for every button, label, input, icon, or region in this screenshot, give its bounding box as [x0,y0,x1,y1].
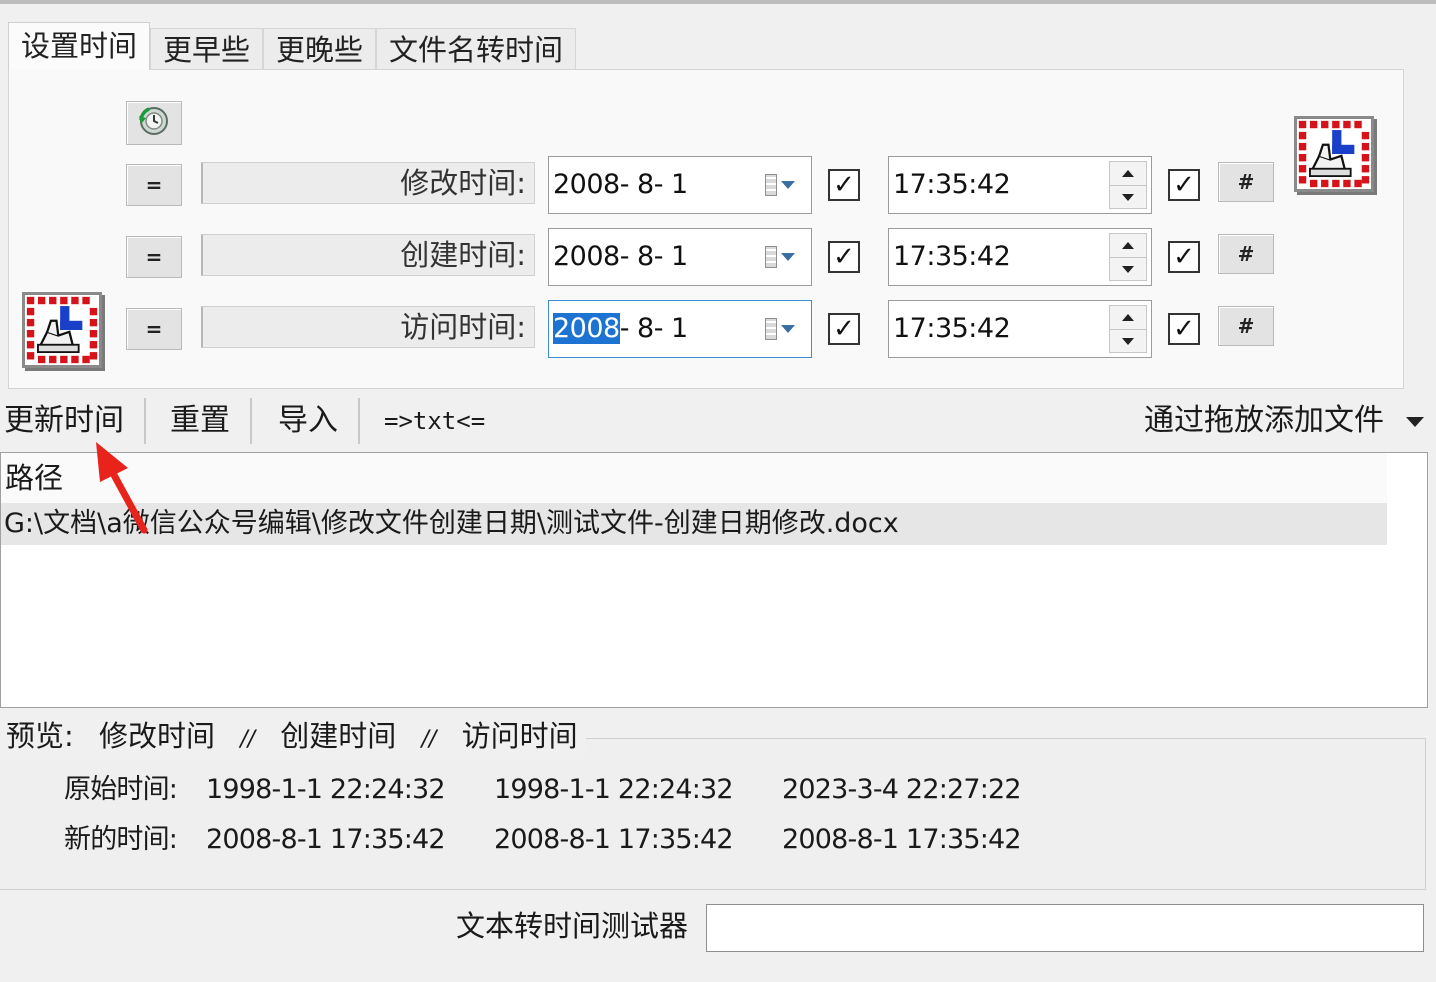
spin-updown-icon[interactable] [1109,233,1147,281]
modify-date-checkbox[interactable]: ✓ [828,169,860,201]
drag-add-files-menu[interactable]: 通过拖放添加文件 [1144,392,1424,450]
refresh-button[interactable] [126,101,182,145]
check-mark-icon: ✓ [1173,170,1195,200]
new-create-time: 2008-8-1 17:35:42 [494,824,734,855]
spin-updown-icon[interactable] [1109,161,1147,209]
original-time-label: 原始时间: [64,774,178,805]
window-top-border [0,0,1436,4]
preview-group [0,738,1426,890]
file-time-app-icon [1294,116,1374,192]
spin-up-button[interactable] [1110,234,1146,257]
spin-updown-icon[interactable] [1109,305,1147,353]
create-date-year[interactable]: 2008 [553,241,620,272]
tab-earlier[interactable]: 更早些 [150,28,264,70]
toolbar-divider [358,398,360,444]
new-modify-time: 2008-8-1 17:35:42 [206,824,446,855]
annotation-arrow-icon [96,442,148,534]
preview-legend: 预览: 修改时间 // 创建时间 // 访问时间 [0,713,586,759]
original-modify-time: 1998-1-1 22:24:32 [206,774,446,805]
preview-separator: // [240,727,256,752]
text-to-time-tester-input[interactable] [706,904,1424,952]
access-date-year-selected[interactable]: 2008 [553,313,620,344]
tab-bar: 设置时间 更早些 更晚些 文件名转时间 [8,22,577,70]
export-txt-button[interactable]: =>txt<= [384,392,485,450]
create-time-checkbox[interactable]: ✓ [1168,241,1200,273]
preview-separator: // [421,727,437,752]
create-time-input[interactable]: 17:35:42 [888,228,1152,286]
copy-create-time-button[interactable]: = [126,236,182,278]
list-item[interactable]: G:\文档\a微信公众号编辑\修改文件创建日期\测试文件-创建日期修改.docx [1,503,1387,545]
spin-up-button[interactable] [1110,306,1146,329]
reset-button[interactable]: 重置 [170,392,230,450]
spin-down-button[interactable] [1110,185,1146,208]
spin-down-button[interactable] [1110,329,1146,352]
preview-title: 预览: [6,719,74,753]
modify-date-rest[interactable]: - 8- 1 [620,169,689,200]
tab-set-time[interactable]: 设置时间 [8,22,151,70]
new-time-label: 新的时间: [64,824,178,855]
original-create-time: 1998-1-1 22:24:32 [494,774,734,805]
toolbar: 更新时间 重置 导入 =>txt<= 通过拖放添加文件 [0,392,1436,450]
modify-hash-button[interactable]: # [1218,162,1274,202]
tab-later[interactable]: 更晚些 [263,28,377,70]
new-time-row: 新的时间: [64,820,178,860]
calendar-dropdown-icon[interactable] [765,243,795,271]
access-time-label: 访问时间: [201,306,535,348]
create-time-value[interactable]: 17:35:42 [893,241,1011,272]
access-time-checkbox[interactable]: ✓ [1168,313,1200,345]
create-date-rest[interactable]: - 8- 1 [620,241,689,272]
check-mark-icon: ✓ [833,170,855,200]
create-date-picker[interactable]: 2008- 8- 1 [548,228,812,286]
preview-modify-heading: 修改时间 [99,719,216,753]
original-time-row: 原始时间: [64,770,178,810]
modify-date-year[interactable]: 2008 [553,169,620,200]
import-button[interactable]: 导入 [278,392,338,450]
original-access-time: 2023-3-4 22:27:22 [782,774,1022,805]
spin-up-button[interactable] [1110,162,1146,185]
check-mark-icon: ✓ [1173,242,1195,272]
create-time-label: 创建时间: [201,234,535,276]
file-time-app-icon [22,292,102,368]
spin-down-button[interactable] [1110,257,1146,280]
modify-date-picker[interactable]: 2008- 8- 1 [548,156,812,214]
toolbar-divider [250,398,252,444]
modify-time-checkbox[interactable]: ✓ [1168,169,1200,201]
preview-access-heading: 访问时间 [461,719,578,753]
access-hash-button[interactable]: # [1218,306,1274,346]
path-column-header[interactable]: 路径 [1,453,1387,503]
create-hash-button[interactable]: # [1218,234,1274,274]
copy-modify-time-button[interactable]: = [126,164,182,206]
preview-create-heading: 创建时间 [280,719,397,753]
new-access-time: 2008-8-1 17:35:42 [782,824,1022,855]
calendar-dropdown-icon[interactable] [765,171,795,199]
access-time-input[interactable]: 17:35:42 [888,300,1152,358]
modify-time-label: 修改时间: [201,162,535,204]
access-date-checkbox[interactable]: ✓ [828,313,860,345]
check-mark-icon: ✓ [833,242,855,272]
check-mark-icon: ✓ [1173,314,1195,344]
tab-filename-to-time[interactable]: 文件名转时间 [376,28,577,70]
check-mark-icon: ✓ [833,314,855,344]
access-time-value[interactable]: 17:35:42 [893,313,1011,344]
create-date-checkbox[interactable]: ✓ [828,241,860,273]
text-to-time-tester-label: 文本转时间测试器 [456,909,689,943]
file-list[interactable]: 路径 G:\文档\a微信公众号编辑\修改文件创建日期\测试文件-创建日期修改.d… [0,452,1428,708]
calendar-dropdown-icon[interactable] [765,315,795,343]
modify-time-value[interactable]: 17:35:42 [893,169,1011,200]
access-date-rest[interactable]: - 8- 1 [620,313,689,344]
access-date-picker[interactable]: 2008- 8- 1 [548,300,812,358]
modify-time-input[interactable]: 17:35:42 [888,156,1152,214]
refresh-clock-icon [137,104,171,143]
copy-access-time-button[interactable]: = [126,308,182,350]
dropdown-arrow-icon[interactable] [1405,416,1424,427]
drag-add-files-label[interactable]: 通过拖放添加文件 [1144,403,1384,438]
